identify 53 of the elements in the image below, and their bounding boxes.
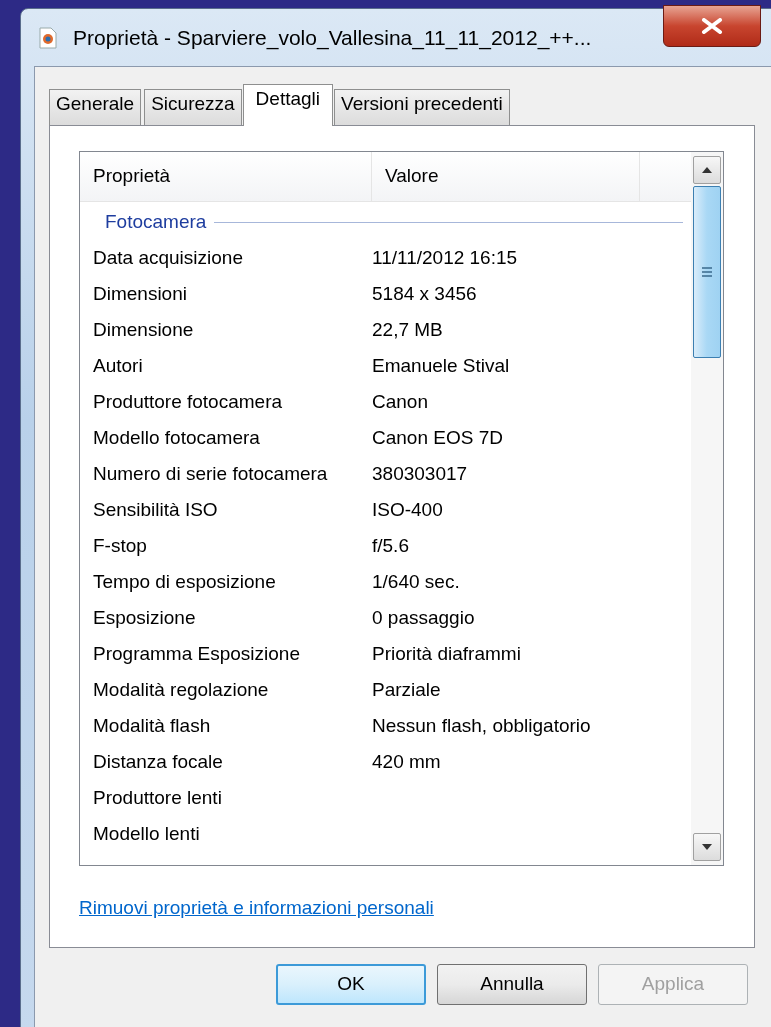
grip-icon [702,267,712,277]
property-value: 380303017 [372,461,468,486]
property-name: Sensibilità ISO [92,497,219,522]
property-name: Tempo di esposizione [92,569,277,594]
property-name: Dimensioni [92,281,188,306]
property-name: F-stop [92,533,148,558]
property-name: Modello lenti [92,821,201,846]
tab[interactable]: Generale [49,89,142,125]
property-value: 1/640 sec. [372,569,460,594]
down-arrow-icon [702,844,712,850]
property-value: 5184 x 3456 [372,281,477,306]
property-value: 0 passaggio [372,605,475,630]
property-value: Nessun flash, obbligatorio [372,713,591,738]
dialog-button[interactable]: OK [276,964,426,1005]
property-value: 11/11/2012 16:15 [372,245,518,270]
remove-properties-link[interactable]: Rimuovi proprietà e informazioni personali [79,894,434,923]
up-arrow-icon [702,167,712,173]
tab[interactable]: Versioni precedenti [334,89,510,125]
tab[interactable]: Sicurezza [144,89,242,125]
property-value: Emanuele Stival [372,353,510,378]
column-header[interactable]: Proprietà [80,152,372,201]
property-name: Numero di serie fotocamera [92,461,329,486]
scrollbar[interactable] [691,152,723,865]
column-header[interactable]: Valore [372,152,640,201]
property-name: Programma Esposizione [92,641,301,666]
image-file-icon [39,26,57,49]
tab[interactable]: Dettagli [242,84,333,126]
property-value: Priorità diaframmi [372,641,521,666]
close-icon [701,18,723,34]
property-value: 22,7 MB [372,317,443,342]
property-name: Dimensione [92,317,195,342]
property-value: Canon EOS 7D [372,425,503,450]
property-name: Distanza focale [92,749,224,774]
property-value: f/5.6 [372,533,409,558]
close-button[interactable] [663,5,761,47]
window-title: Proprietà - Sparviere_volo_Vallesina_11_11_2012_++... [73,24,592,52]
property-name: Modalità flash [92,713,212,738]
property-name: Modello fotocamera [92,425,261,450]
property-name: Esposizione [92,605,197,630]
scroll-up-button[interactable] [693,156,721,184]
scroll-thumb[interactable] [693,186,721,358]
property-value: ISO-400 [372,497,443,522]
scroll-down-button[interactable] [693,833,721,861]
property-name: Data acquisizione [92,245,244,270]
property-name: Autori [92,353,144,378]
property-name: Modalità regolazione [92,677,270,702]
property-value: Canon [372,389,428,414]
dialog-button[interactable]: Annulla [437,964,587,1005]
group-header: Fotocamera [105,209,207,234]
property-name: Produttore lenti [92,785,223,810]
property-value: Parziale [372,677,441,702]
property-value: 420 mm [372,749,441,774]
property-name: Produttore fotocamera [92,389,284,414]
